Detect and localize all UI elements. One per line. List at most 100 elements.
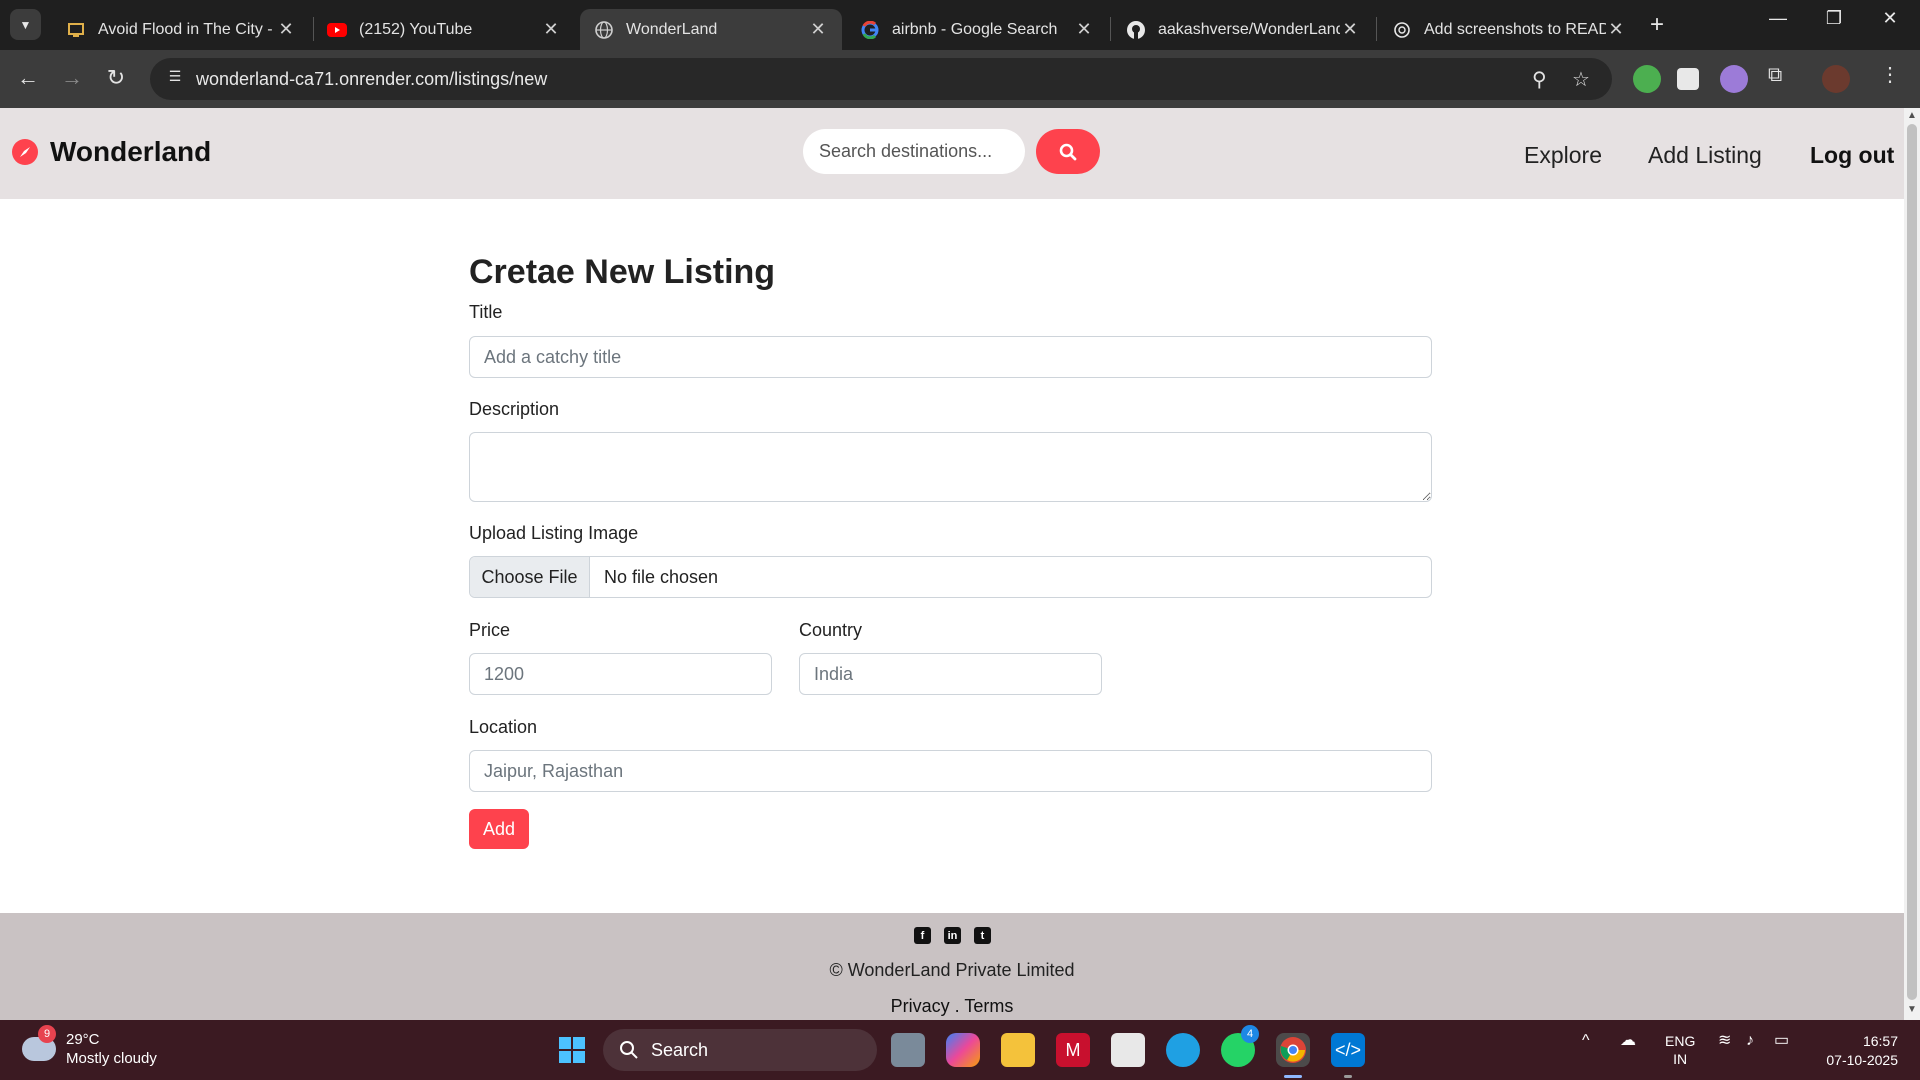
scroll-down-arrow-icon[interactable]: ▼ [1906,1004,1918,1015]
google-icon [860,20,880,40]
chrome-icon[interactable] [1276,1033,1310,1067]
weather-widget[interactable]: 9 29°C Mostly cloudy [22,1025,157,1068]
avatar[interactable] [1822,65,1850,93]
title-input[interactable] [469,336,1432,378]
windows-start-icon[interactable] [555,1033,589,1067]
extension-chart-icon[interactable] [1677,68,1699,90]
close-icon[interactable]: ✕ [541,19,561,40]
location-input[interactable] [469,750,1432,792]
close-icon[interactable]: ✕ [1606,19,1626,40]
back-button[interactable]: ← [12,62,44,94]
footer-links[interactable]: Privacy . Terms [0,996,1904,1017]
extension-profile-icon[interactable] [1720,65,1748,93]
nav-logout[interactable]: Log out [1810,142,1894,169]
zoom-icon[interactable]: ⚲ [1532,67,1547,92]
new-tab-button[interactable]: + [1650,11,1664,39]
bookmark-star-icon[interactable]: ☆ [1572,67,1590,92]
chatgpt-icon [1392,20,1412,40]
image-label: Upload Listing Image [469,523,639,543]
search-button[interactable] [1036,129,1100,174]
chrome-running-indicator [1284,1075,1302,1078]
url-text: wonderland-ca71.onrender.com/listings/ne… [196,69,548,89]
whatsapp-icon[interactable]: 4 [1221,1025,1259,1067]
taskbar-search[interactable]: Search [603,1029,877,1071]
brand-name: Wonderland [50,136,212,167]
tab-avoid-flood[interactable]: Avoid Flood in The City - L ✕ [52,9,310,50]
weather-badge: 9 [38,1025,56,1043]
search-input[interactable] [803,129,1025,174]
windows-taskbar: 9 29°C Mostly cloudy Search M 4 </> ^ ☁ … [0,1020,1920,1080]
close-icon[interactable]: ✕ [276,19,296,40]
tab-divider [1376,17,1377,41]
extension-plus-icon[interactable] [1633,65,1661,93]
tab-divider [1110,17,1111,41]
scroll-up-arrow-icon[interactable]: ▲ [1906,110,1918,121]
site-info-icon[interactable]: ☰ [164,68,186,90]
twitter-icon[interactable]: t [974,927,991,944]
close-window-button[interactable]: ✕ [1870,8,1910,29]
monitor-icon [66,20,86,40]
search-icon [620,1041,638,1059]
tab-github[interactable]: aakashverse/WonderLand: ✕ [1112,9,1374,50]
address-bar[interactable]: ☰ wonderland-ca71.onrender.com/listings/… [150,58,1612,100]
tab-wonderland[interactable]: WonderLand ✕ [580,9,842,50]
close-icon[interactable]: ✕ [808,19,828,40]
brand[interactable]: Wonderland [12,136,211,168]
forward-button[interactable]: → [56,62,88,94]
tab-google-search[interactable]: airbnb - Google Search ✕ [846,9,1108,50]
title-label: Title [469,302,503,322]
close-icon[interactable]: ✕ [1074,19,1094,40]
description-label: Description [469,399,560,419]
minimize-button[interactable]: — [1758,8,1798,29]
country-input[interactable] [799,653,1102,695]
page-scrollbar[interactable]: ▲ ▼ [1904,108,1920,1020]
menu-kebab-icon[interactable]: ⋮ [1880,62,1908,90]
nav-explore[interactable]: Explore [1524,142,1602,169]
image-file-input[interactable]: Choose File No file chosen [469,556,1432,598]
file-name-text: No file chosen [604,566,719,587]
volume-icon[interactable]: ♪ [1746,1032,1754,1050]
site-footer: f in t © WonderLand Private Limited Priv… [0,913,1904,1020]
github-icon [1126,20,1146,40]
country-label: Country [799,620,863,640]
reload-button[interactable]: ↻ [100,62,132,94]
choose-file-button[interactable]: Choose File [470,557,590,597]
web-page: Wonderland Explore Add Listing Log out C… [0,108,1904,1020]
browser-tabstrip: ▼ Avoid Flood in The City - L ✕ (2152) Y… [0,0,1920,50]
tab-search-menu[interactable]: ▼ [10,9,41,40]
copilot-icon[interactable] [946,1033,980,1067]
tab-chatgpt[interactable]: Add screenshots to READM ✕ [1378,9,1640,50]
browser-toolbar: ← → ↻ ☰ wonderland-ca71.onrender.com/lis… [0,50,1920,108]
tray-overflow-icon[interactable]: ^ [1582,1032,1590,1050]
search-icon [1059,143,1077,160]
close-icon[interactable]: ✕ [1340,19,1360,40]
wifi-icon[interactable]: ≋ [1718,1032,1731,1050]
globe-icon [594,20,614,40]
facebook-icon[interactable]: f [914,927,931,944]
social-links: f in t [914,927,991,944]
linkedin-icon[interactable]: in [944,927,961,944]
vscode-icon[interactable]: </> [1331,1033,1365,1067]
tab-youtube[interactable]: (2152) YouTube ✕ [313,9,575,50]
file-explorer-icon[interactable] [1001,1033,1035,1067]
location-label: Location [469,717,538,737]
temperature: 29°C [66,1031,100,1048]
battery-icon[interactable]: ▭ [1774,1032,1789,1050]
microsoft-store-icon[interactable] [1111,1033,1145,1067]
onedrive-icon[interactable]: ☁ [1620,1032,1636,1050]
mcafee-icon[interactable]: M [1056,1033,1090,1067]
cloud-icon: 9 [22,1025,56,1061]
clock[interactable]: 16:57 07-10-2025 [1818,1032,1898,1070]
whatsapp-badge: 4 [1241,1025,1259,1043]
add-listing-button[interactable]: Add [469,809,529,849]
extensions-puzzle-icon[interactable]: ⧉ [1768,64,1796,92]
restore-button[interactable]: ❐ [1814,8,1854,29]
nav-add-listing[interactable]: Add Listing [1648,142,1762,169]
description-textarea[interactable] [469,432,1432,502]
edge-icon[interactable] [1166,1033,1200,1067]
task-view-icon[interactable] [891,1033,925,1067]
page-title: Cretae New Listing [469,253,776,291]
price-input[interactable] [469,653,772,695]
language-indicator[interactable]: ENG IN [1665,1032,1695,1068]
scroll-thumb[interactable] [1907,124,1917,1000]
